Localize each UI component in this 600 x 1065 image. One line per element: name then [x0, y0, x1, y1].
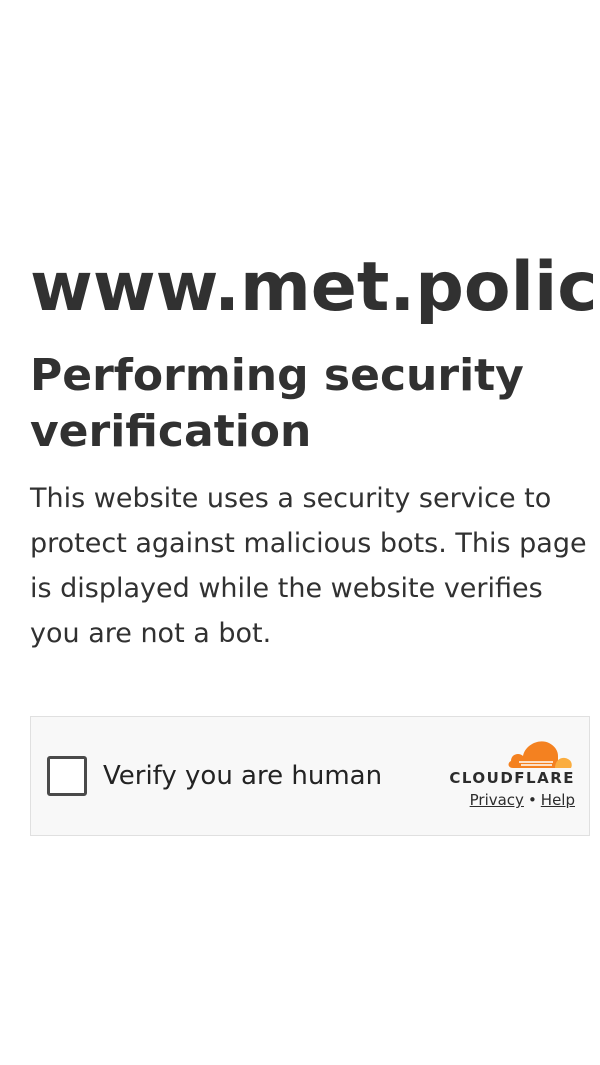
privacy-link[interactable]: Privacy [470, 791, 524, 809]
verification-heading: Performing security verification [30, 350, 524, 457]
verification-description: This website uses a security service to … [30, 483, 587, 649]
cloudflare-wordmark: CLOUDFLARE [449, 769, 575, 787]
site-domain-title: www.met.police.uk [30, 248, 600, 327]
verification-page: www.met.police.uk Performing security ve… [0, 0, 600, 1065]
cloudflare-branding: CLOUDFLARE Privacy • Help [425, 737, 575, 809]
link-separator: • [527, 791, 537, 809]
cloudflare-links: Privacy • Help [425, 791, 575, 809]
cloudflare-cloud-icon [508, 741, 572, 768]
turnstile-widget: Verify you are human CLOUDFLARE Privacy •… [30, 716, 590, 836]
human-verification-control[interactable]: Verify you are human [47, 756, 382, 796]
verify-checkbox-label[interactable]: Verify you are human [103, 761, 382, 791]
verify-checkbox[interactable] [47, 756, 87, 796]
help-link[interactable]: Help [541, 791, 575, 809]
